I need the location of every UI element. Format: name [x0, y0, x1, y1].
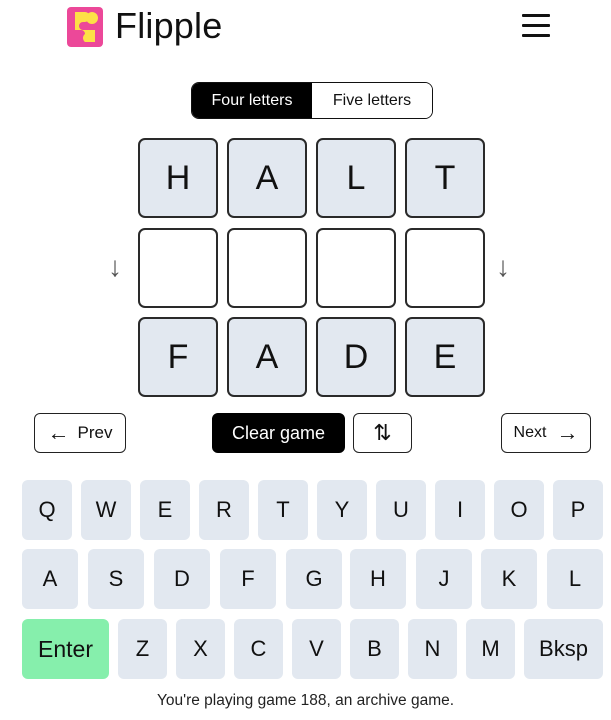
flipple-logo-icon[interactable]: [67, 7, 103, 47]
game-status-text: You're playing game 188, an archive game…: [156, 692, 455, 709]
tile-r3-c3: D: [316, 317, 396, 397]
down-arrow-left-icon: ↓: [108, 251, 122, 282]
key-y[interactable]: Y: [317, 480, 367, 540]
tile-r2-c1[interactable]: [138, 228, 218, 308]
key-o[interactable]: O: [494, 480, 544, 540]
key-g[interactable]: G: [286, 549, 342, 609]
key-u[interactable]: U: [376, 480, 426, 540]
key-j[interactable]: J: [416, 549, 472, 609]
key-p[interactable]: P: [553, 480, 603, 540]
swap-button[interactable]: ⇅: [353, 413, 412, 453]
key-i[interactable]: I: [435, 480, 485, 540]
key-s[interactable]: S: [88, 549, 144, 609]
app-title: Flipple: [115, 5, 223, 46]
key-a[interactable]: A: [22, 549, 78, 609]
five-letters-button[interactable]: Five letters: [312, 83, 432, 118]
prev-button[interactable]: ← Prev: [34, 413, 126, 453]
key-h[interactable]: H: [350, 549, 406, 609]
tile-r2-c3[interactable]: [316, 228, 396, 308]
key-n[interactable]: N: [408, 619, 457, 679]
clear-game-button[interactable]: Clear game: [212, 413, 345, 453]
word-length-toggle: Four letters Five letters: [191, 82, 433, 119]
tile-r2-c4[interactable]: [405, 228, 485, 308]
tile-r3-c2: A: [227, 317, 307, 397]
key-q[interactable]: Q: [22, 480, 72, 540]
key-m[interactable]: M: [466, 619, 515, 679]
tile-r1-c1: H: [138, 138, 218, 218]
key-backspace[interactable]: Bksp: [524, 619, 603, 679]
key-d[interactable]: D: [154, 549, 210, 609]
tile-r2-c2[interactable]: [227, 228, 307, 308]
swap-vertical-icon: ⇅: [373, 420, 392, 445]
key-b[interactable]: B: [350, 619, 399, 679]
down-arrow-right-icon: ↓: [496, 251, 510, 282]
key-k[interactable]: K: [481, 549, 537, 609]
header: Flipple: [0, 0, 611, 56]
tile-r1-c2: A: [227, 138, 307, 218]
key-c[interactable]: C: [234, 619, 283, 679]
next-button[interactable]: Next →: [501, 413, 591, 453]
tile-r1-c4: T: [405, 138, 485, 218]
key-e[interactable]: E: [140, 480, 190, 540]
key-l[interactable]: L: [547, 549, 603, 609]
key-x[interactable]: X: [176, 619, 225, 679]
arrow-left-icon: ←: [47, 420, 70, 445]
tile-r3-c4: E: [405, 317, 485, 397]
next-label: Next: [513, 424, 547, 441]
key-r[interactable]: R: [199, 480, 249, 540]
menu-icon[interactable]: [518, 11, 554, 41]
tile-r3-c1: F: [138, 317, 218, 397]
key-enter[interactable]: Enter: [22, 619, 109, 679]
prev-label: Prev: [77, 423, 113, 442]
key-t[interactable]: T: [258, 480, 308, 540]
key-z[interactable]: Z: [118, 619, 167, 679]
tile-r1-c3: L: [316, 138, 396, 218]
arrow-right-icon: →: [556, 420, 579, 445]
key-v[interactable]: V: [292, 619, 341, 679]
key-f[interactable]: F: [220, 549, 276, 609]
key-w[interactable]: W: [81, 480, 131, 540]
four-letters-button[interactable]: Four letters: [192, 83, 312, 118]
